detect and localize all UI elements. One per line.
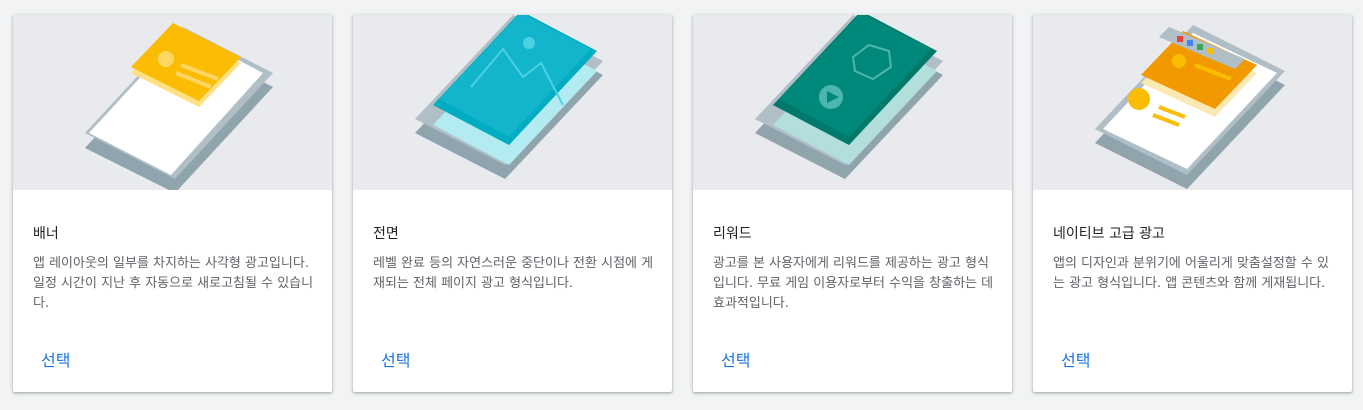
select-button[interactable]: 선택: [1061, 347, 1090, 371]
card-description: 앱 레이아웃의 일부를 차지하는 사각형 광고입니다. 일정 시간이 지난 후 …: [33, 256, 314, 311]
interstitial-illustration: [353, 15, 672, 190]
card-title: 전면: [373, 226, 399, 242]
ad-format-card-banner[interactable]: 배너 앱 레이아웃의 일부를 차지하는 사각형 광고입니다. 일정 시간이 지난…: [13, 15, 332, 392]
card-description: 레벨 완료 등의 자연스러운 중단이나 전환 시점에 게재되는 전체 페이지 광…: [373, 256, 654, 291]
rewarded-illustration: [693, 15, 1012, 190]
card-description: 광고를 본 사용자에게 리워드를 제공하는 광고 형식입니다. 무료 게임 이용…: [713, 256, 994, 311]
card-title: 배너: [33, 226, 59, 242]
select-button[interactable]: 선택: [41, 347, 70, 371]
banner-illustration: [13, 15, 332, 190]
native-illustration: [1033, 15, 1352, 190]
ad-format-card-rewarded[interactable]: 리워드 광고를 본 사용자에게 리워드를 제공하는 광고 형식입니다. 무료 게…: [693, 15, 1012, 392]
select-button[interactable]: 선택: [721, 347, 750, 371]
card-title: 리워드: [713, 226, 752, 242]
ad-format-card-native[interactable]: 네이티브 고급 광고 앱의 디자인과 분위기에 어울리게 맞춤설정할 수 있는 …: [1033, 15, 1352, 392]
card-description: 앱의 디자인과 분위기에 어울리게 맞춤설정할 수 있는 광고 형식입니다. 앱…: [1053, 256, 1329, 291]
card-title: 네이티브 고급 광고: [1053, 226, 1165, 242]
select-button[interactable]: 선택: [381, 347, 410, 371]
ad-format-card-interstitial[interactable]: 전면 레벨 완료 등의 자연스러운 중단이나 전환 시점에 게재되는 전체 페이…: [353, 15, 672, 392]
